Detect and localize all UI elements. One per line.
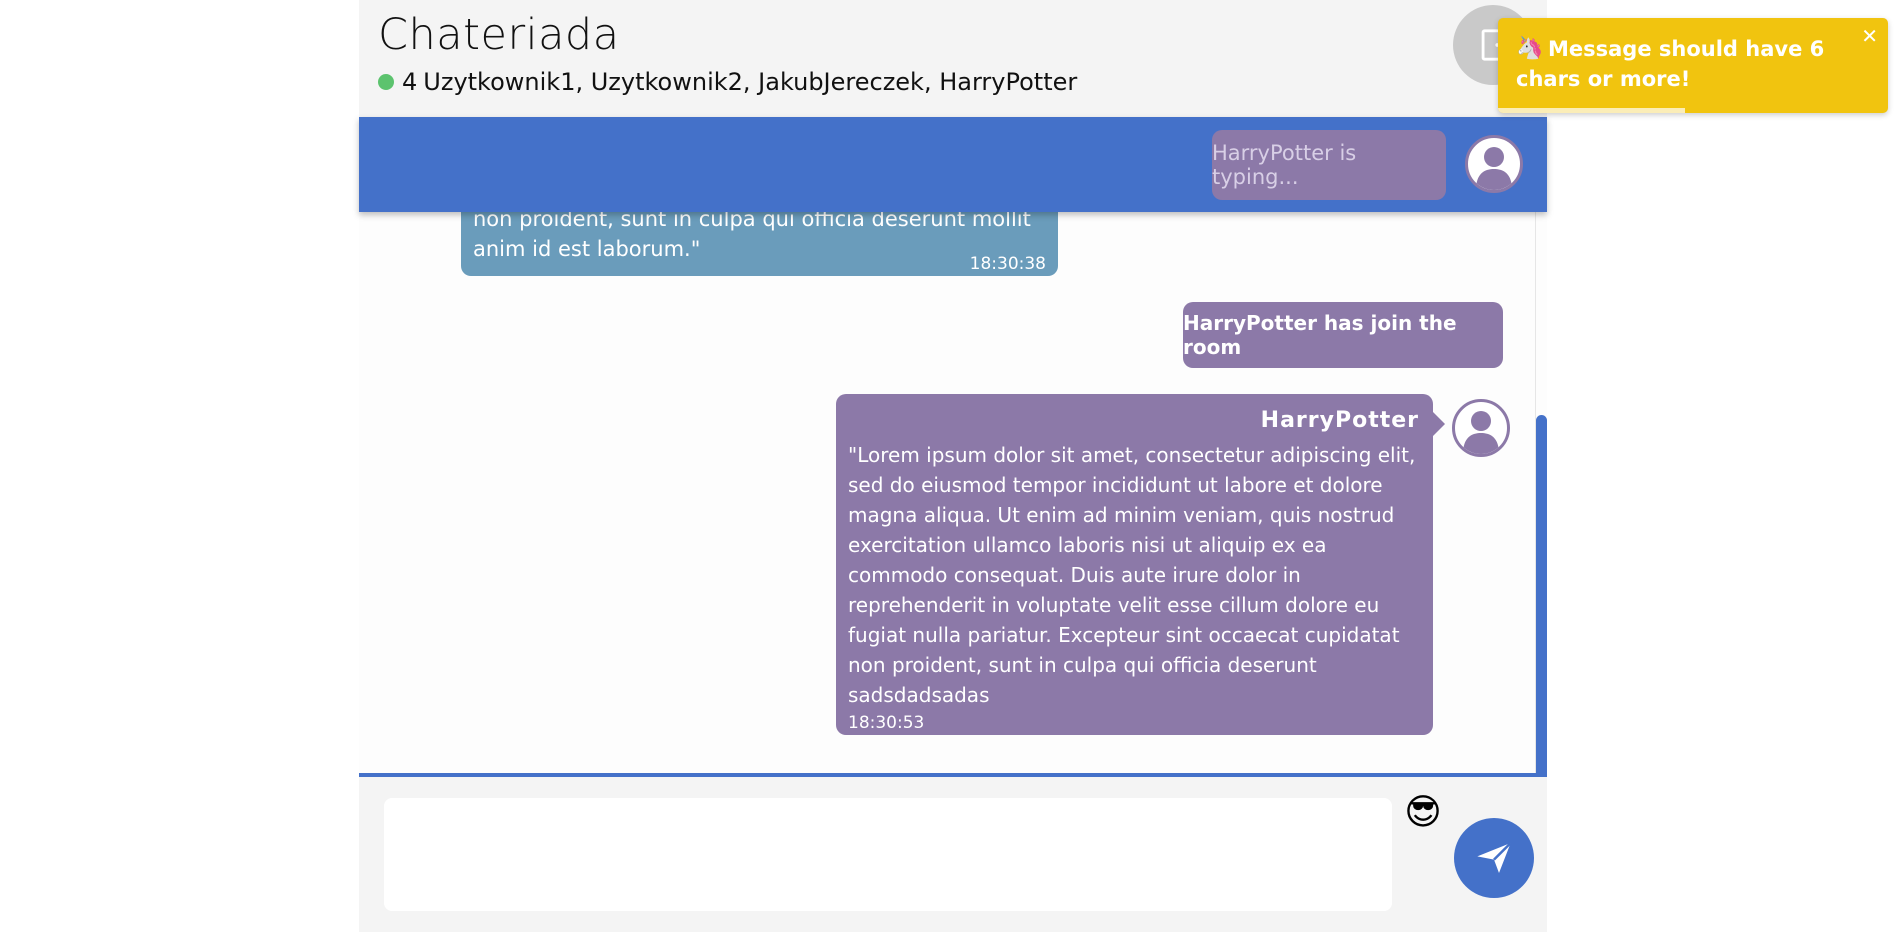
- user-avatar-icon: [1476, 147, 1512, 190]
- toast-progress-bar: [1498, 108, 1686, 113]
- message-input[interactable]: [384, 798, 1392, 911]
- chat-app: Chateriada 4 Uzytkownik1, Uzytkownik2, J…: [359, 0, 1547, 932]
- typing-user-avatar: [1465, 135, 1523, 193]
- online-users-count: 4: [402, 68, 418, 96]
- system-message: HarryPotter has join the room: [1183, 302, 1503, 368]
- online-users-list: Uzytkownik1, Uzytkownik2, JakubJereczek,…: [423, 68, 1078, 96]
- toast-message: Message should have 6 chars or more!: [1516, 37, 1825, 91]
- chat-message: non proident, sunt in culpa qui officia …: [461, 212, 1058, 276]
- online-status-dot: [378, 74, 394, 90]
- message-time: 18:30:38: [969, 254, 1046, 274]
- message-time: 18:30:53: [848, 713, 925, 733]
- message-author-avatar: [1452, 399, 1510, 457]
- message-author: HarryPotter: [1260, 408, 1419, 433]
- app-title: Chateriada: [378, 10, 620, 60]
- message-text: "Lorem ipsum dolor sit amet, consectetur…: [848, 443, 1416, 707]
- typing-indicator: HarryPotter is typing...: [1212, 130, 1446, 200]
- close-icon[interactable]: ✕: [1861, 24, 1878, 48]
- message-text: non proident, sunt in culpa qui officia …: [473, 212, 1031, 261]
- message-composer: 😎: [359, 777, 1547, 932]
- emoji-picker-button[interactable]: 😎: [1401, 791, 1445, 835]
- message-list[interactable]: non proident, sunt in culpa qui officia …: [359, 212, 1547, 777]
- chat-header: Chateriada 4 Uzytkownik1, Uzytkownik2, J…: [359, 0, 1547, 117]
- user-avatar-icon: [1463, 411, 1499, 454]
- send-button[interactable]: [1454, 818, 1534, 898]
- message-scrollbar-thumb[interactable]: [1536, 415, 1547, 773]
- chat-message: HarryPotter "Lorem ipsum dolor sit amet,…: [836, 394, 1445, 735]
- warning-toast: 🦄 Message should have 6 chars or more! ✕: [1498, 18, 1888, 113]
- paper-plane-icon: [1477, 842, 1512, 873]
- online-users: 4 Uzytkownik1, Uzytkownik2, JakubJerecze…: [378, 68, 1077, 96]
- typing-indicator-bar: HarryPotter is typing...: [359, 117, 1547, 212]
